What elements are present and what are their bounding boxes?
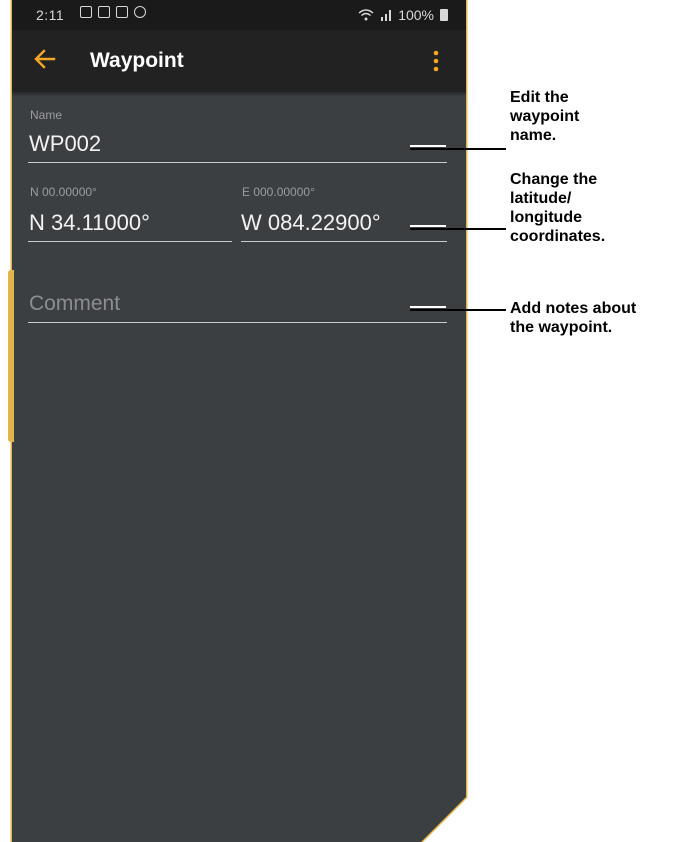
- wifi-icon: [358, 9, 374, 21]
- callout-line-name: [446, 148, 506, 150]
- longitude-label: E 000.00000°: [242, 185, 315, 199]
- callout-name-text: Edit the waypoint name.: [510, 89, 580, 144]
- side-tab: [8, 270, 14, 442]
- battery-percent: 100%: [398, 7, 434, 23]
- check-circle-icon: [134, 6, 146, 18]
- comment-input[interactable]: Comment: [29, 292, 120, 316]
- callout-line-name-shadow: [410, 148, 446, 150]
- callout-line-coords: [446, 228, 506, 230]
- callout-comment-text: Add notes about the waypoint.: [510, 300, 637, 336]
- battery-icon: [440, 9, 448, 21]
- phone-screen: 2:11 100% Waypoint Name WP002 N 00.00000…: [12, 0, 466, 842]
- callout-line-coords-inner: [410, 225, 446, 227]
- more-vertical-icon[interactable]: [430, 49, 442, 73]
- callout-line-coords-shadow: [410, 228, 446, 230]
- comment-underline: [28, 322, 447, 323]
- callout-line-comment-shadow: [410, 309, 446, 311]
- callout-line-name-inner: [410, 145, 446, 147]
- gallery-icon: [98, 6, 110, 18]
- name-label: Name: [30, 108, 63, 122]
- latitude-label: N 00.00000°: [30, 185, 97, 199]
- status-bar: 2:11 100%: [12, 0, 466, 30]
- image-icon: [116, 6, 128, 18]
- notification-icons: [80, 6, 146, 18]
- latitude-input[interactable]: N 34.11000°: [29, 210, 150, 236]
- app-bar: Waypoint: [12, 30, 466, 92]
- arrow-left-icon[interactable]: [32, 46, 58, 72]
- latitude-underline: [28, 241, 232, 242]
- name-underline: [28, 162, 447, 163]
- signal-icon: [381, 10, 392, 21]
- longitude-underline: [241, 241, 447, 242]
- callout-line-comment-inner: [410, 306, 446, 308]
- status-time: 2:11: [36, 7, 65, 23]
- status-right: 100%: [358, 7, 448, 23]
- page-title: Waypoint: [90, 49, 184, 72]
- callout-coords-text: Change the latitude/ longitude coordinat…: [510, 171, 606, 245]
- callout-line-comment: [446, 309, 506, 311]
- longitude-input[interactable]: W 084.22900°: [241, 210, 381, 236]
- figure-stage: 2:11 100% Waypoint Name WP002 N 00.00000…: [0, 0, 673, 842]
- name-input[interactable]: WP002: [29, 131, 101, 157]
- notification-icon: [80, 6, 92, 18]
